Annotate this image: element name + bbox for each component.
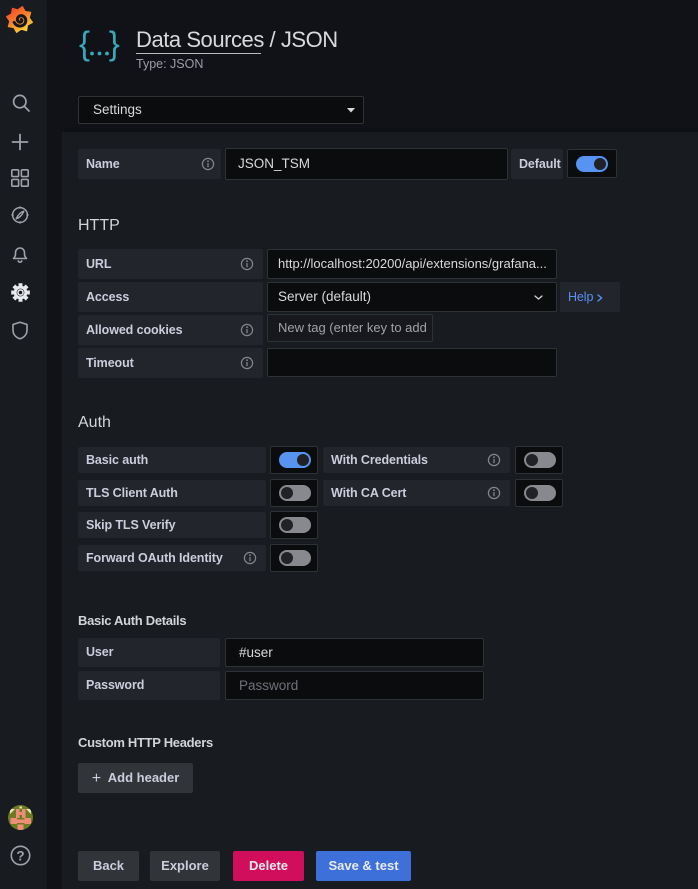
- svg-text:?: ?: [16, 848, 24, 863]
- svg-text:{: {: [79, 28, 90, 62]
- svg-text:}: }: [109, 28, 120, 62]
